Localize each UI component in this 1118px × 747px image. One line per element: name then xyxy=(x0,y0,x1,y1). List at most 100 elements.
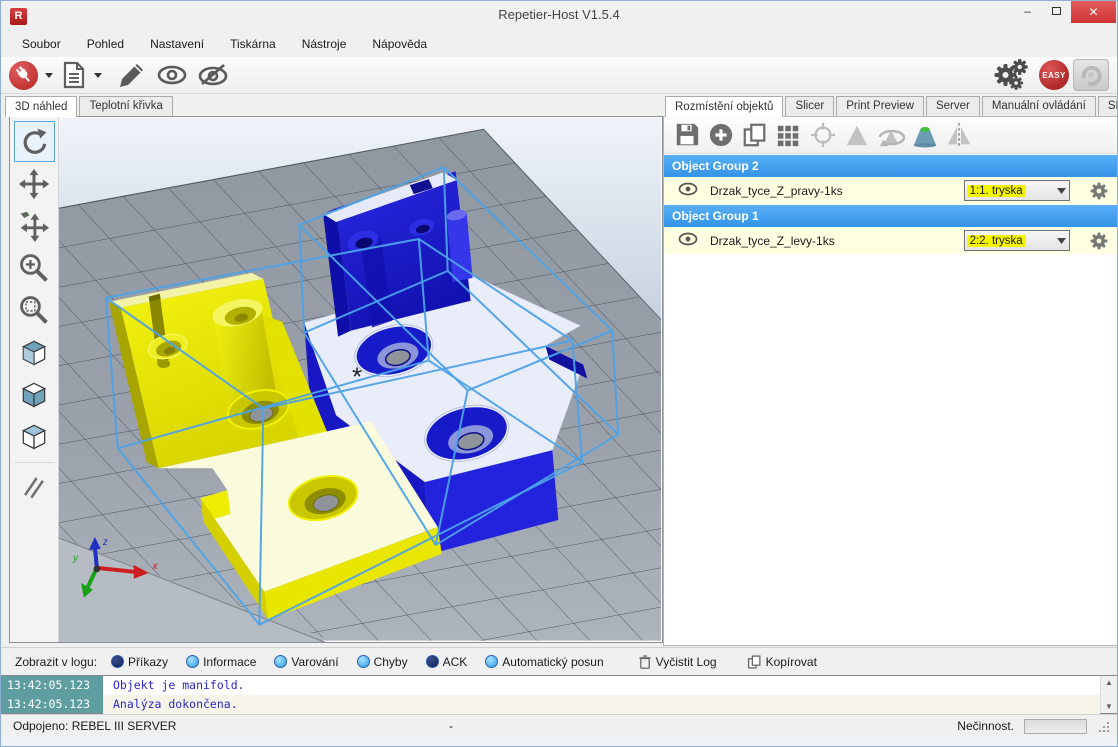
object-group-header[interactable]: Object Group 1 xyxy=(664,204,1118,227)
pan-view-button[interactable] xyxy=(14,163,55,204)
object-toolbar xyxy=(664,117,1118,154)
tab-manual-control[interactable]: Manuální ovládání xyxy=(982,96,1096,116)
autoposition-button[interactable] xyxy=(772,119,806,151)
main-toolbar: EASY xyxy=(1,57,1117,94)
load-button[interactable] xyxy=(61,60,87,90)
extruder-select[interactable]: 2:2. tryska xyxy=(964,230,1070,251)
zoom-in-button[interactable] xyxy=(14,247,55,288)
copy-object-button[interactable] xyxy=(738,119,772,151)
tab-object-placement[interactable]: Rozmístění objektů xyxy=(665,96,783,117)
eye-icon xyxy=(678,182,698,196)
log-message: Objekt je manifold. xyxy=(103,676,1100,695)
maximize-button[interactable] xyxy=(1042,1,1071,23)
show-filament-button[interactable] xyxy=(156,64,188,86)
mirror-object-button[interactable] xyxy=(942,119,976,151)
toggle-circle-icon xyxy=(357,655,370,668)
log-toggle-warnings[interactable]: Varování xyxy=(274,655,338,669)
tab-sd-card[interactable]: SD karta xyxy=(1098,96,1118,116)
scene-3d[interactable]: x y z * xyxy=(59,117,661,642)
save-icon xyxy=(674,122,700,148)
log-filter-label: Zobrazit v logu: xyxy=(15,655,97,669)
menu-item-soubor[interactable]: Soubor xyxy=(9,33,74,55)
log-time: 13:42:05.123 xyxy=(1,695,103,714)
tab-print-preview[interactable]: Print Preview xyxy=(836,96,924,116)
front-view-button[interactable] xyxy=(14,373,55,414)
close-button[interactable]: ✕ xyxy=(1071,1,1116,23)
tab-temperature-curve[interactable]: Teplotní křivka xyxy=(79,96,173,116)
toggle-label: Chyby xyxy=(374,655,408,669)
object-settings-button[interactable] xyxy=(1088,182,1110,200)
rotate-object-button[interactable] xyxy=(874,119,908,151)
rotate-object-icon xyxy=(875,122,907,148)
zoom-in-icon xyxy=(18,252,50,284)
edit-gcode-button[interactable] xyxy=(116,61,146,89)
gear-icon xyxy=(1090,182,1108,200)
scale-object-button[interactable] xyxy=(840,119,874,151)
toggle-label: Varování xyxy=(291,655,338,669)
trash-icon xyxy=(638,654,652,670)
tab-server[interactable]: Server xyxy=(926,96,980,116)
minimize-button[interactable]: – xyxy=(1013,1,1042,23)
resize-grip[interactable] xyxy=(1097,720,1109,732)
hide-travel-button[interactable] xyxy=(196,63,230,87)
save-button[interactable] xyxy=(670,119,704,151)
zoom-fit-icon xyxy=(18,294,50,326)
zoom-fit-button[interactable] xyxy=(14,289,55,330)
menu-item-nastroje[interactable]: Nástroje xyxy=(289,33,360,55)
copy-log-button[interactable]: Kopírovat xyxy=(747,654,817,670)
scroll-up-icon[interactable]: ▲ xyxy=(1105,678,1113,687)
eye-icon xyxy=(678,232,698,246)
log-time: 13:42:05.123 xyxy=(1,676,103,695)
connect-button[interactable] xyxy=(9,61,38,90)
move-object-icon xyxy=(18,210,50,242)
object-group-header[interactable]: Object Group 2 xyxy=(664,154,1118,177)
window-bottom-border xyxy=(1,737,1117,747)
easy-mode-button[interactable]: EASY xyxy=(1039,60,1069,90)
object-row[interactable]: Drzak_tyce_Z_pravy-1ks 1:1. tryska xyxy=(664,177,1118,204)
log-scrollbar[interactable]: ▲ ▼ xyxy=(1100,676,1117,713)
app-window: R Repetier-Host V1.5.4 – ✕ Soubor Pohled… xyxy=(0,0,1118,747)
log-toggle-errors[interactable]: Chyby xyxy=(357,655,408,669)
copy-log-label: Kopírovat xyxy=(766,655,817,669)
copy-icon xyxy=(747,654,762,670)
window-title: Repetier-Host V1.5.4 xyxy=(1,7,1117,22)
isometric-view-button[interactable] xyxy=(14,331,55,372)
object-settings-button[interactable] xyxy=(1088,232,1110,250)
status-center: - xyxy=(449,719,453,733)
cursor-asterisk: * xyxy=(352,363,362,391)
scroll-down-icon[interactable]: ▼ xyxy=(1105,702,1113,711)
visibility-eye-button[interactable] xyxy=(678,182,698,199)
parallel-projection-button[interactable] xyxy=(14,462,55,507)
extruder-select[interactable]: 1:1. tryska xyxy=(964,180,1070,201)
top-view-button[interactable] xyxy=(14,415,55,456)
log-toggle-commands[interactable]: Příkazy xyxy=(111,655,168,669)
log-area[interactable]: 13:42:05.123 13:42:05.123 Objekt je mani… xyxy=(1,675,1117,714)
toggle-circle-icon xyxy=(485,655,498,668)
menu-item-napoveda[interactable]: Nápověda xyxy=(359,33,440,55)
printer-settings-button[interactable] xyxy=(991,58,1031,92)
log-toolbar: Zobrazit v logu: Příkazy Informace Varov… xyxy=(1,647,1117,675)
add-object-button[interactable] xyxy=(704,119,738,151)
object-row[interactable]: Drzak_tyce_Z_levy-1ks 2:2. tryska xyxy=(664,227,1118,254)
visibility-eye-button[interactable] xyxy=(678,232,698,249)
status-connection: Odpojeno: REBEL III SERVER xyxy=(13,719,176,733)
move-object-button[interactable] xyxy=(14,205,55,246)
center-object-button[interactable] xyxy=(806,119,840,151)
menu-item-nastaveni[interactable]: Nastavení xyxy=(137,33,217,55)
rotate-view-button[interactable] xyxy=(14,121,55,162)
connect-dropdown-caret[interactable] xyxy=(45,73,53,78)
tab-3d-preview[interactable]: 3D náhled xyxy=(5,96,77,117)
clear-log-button[interactable]: Vyčistit Log xyxy=(638,654,717,670)
load-dropdown-caret[interactable] xyxy=(94,73,102,78)
right-pane: Rozmístění objektů Slicer Print Preview … xyxy=(663,94,1118,647)
titlebar[interactable]: R Repetier-Host V1.5.4 – ✕ xyxy=(1,1,1117,31)
log-toggle-autoscroll[interactable]: Automatický posun xyxy=(485,655,603,669)
parallel-projection-icon xyxy=(18,471,50,503)
emergency-stop-button[interactable] xyxy=(1073,59,1109,91)
tab-slicer[interactable]: Slicer xyxy=(785,96,834,116)
menu-item-pohled[interactable]: Pohled xyxy=(74,33,137,55)
lay-flat-button[interactable] xyxy=(908,119,942,151)
menu-item-tiskarna[interactable]: Tiskárna xyxy=(217,33,289,55)
log-toggle-ack[interactable]: ACK xyxy=(426,655,468,669)
log-toggle-info[interactable]: Informace xyxy=(186,655,256,669)
